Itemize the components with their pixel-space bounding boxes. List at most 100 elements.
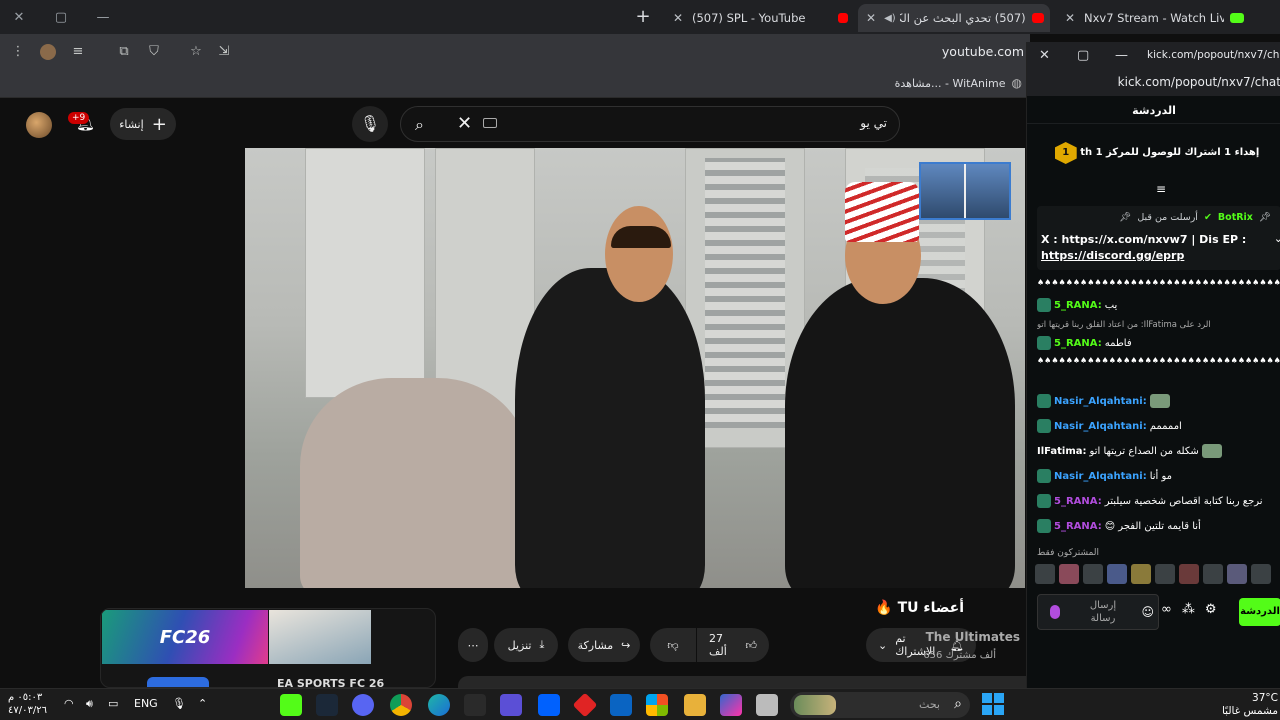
search-input[interactable]: بحث <box>919 698 940 711</box>
folder-icon[interactable] <box>684 694 706 716</box>
reply-preview[interactable]: الرد على IlFatima: من اعتاد القلق ربنا ق… <box>1037 320 1280 330</box>
chrome-icon[interactable] <box>390 694 412 716</box>
chevron-up-icon[interactable]: ⌃ <box>198 697 207 710</box>
emoji-icon[interactable]: ☺ <box>1141 605 1154 619</box>
chat-username[interactable]: Nasir_Alqahtani: <box>1054 396 1147 407</box>
maximize-icon[interactable]: ▢ <box>1077 48 1089 63</box>
menu-dots-icon[interactable]: ⋮ <box>10 44 26 60</box>
mic-icon[interactable] <box>1050 605 1060 619</box>
clock[interactable]: ٠٥:٠٣ م ٤٧/٠٣/٢٦ <box>8 691 54 717</box>
chat-input[interactable]: إرسال رسالة ☺ <box>1037 594 1159 630</box>
chat-username[interactable]: 5_RANA: <box>1054 300 1102 311</box>
audio-icon: ◀) <box>884 12 896 24</box>
url-text[interactable]: youtube.com <box>942 44 1024 59</box>
close-icon[interactable]: ✕ <box>1039 48 1050 63</box>
app-icon[interactable] <box>500 694 522 716</box>
language-indicator[interactable]: ENG <box>134 697 158 710</box>
close-icon[interactable]: ✕ <box>1062 11 1078 25</box>
popout-url-bar: kick.com/popout/nxv7/chat <box>1027 70 1280 96</box>
minimize-icon[interactable]: — <box>96 10 110 25</box>
kick-app-icon[interactable] <box>280 694 302 716</box>
store-icon[interactable] <box>646 694 668 716</box>
extensions-icon[interactable]: ⧉ <box>116 44 132 60</box>
close-icon[interactable]: ✕ <box>864 11 878 25</box>
search-icon[interactable]: ⌕ <box>415 115 424 135</box>
channel-name[interactable]: The Ultimates <box>926 630 1020 644</box>
bookmark-witanime[interactable]: مشاهدة... - WitAnime ◍ <box>895 76 1022 90</box>
share-button[interactable]: مشاركة ↪ <box>568 628 640 662</box>
edge-icon[interactable] <box>428 694 450 716</box>
shield-icon[interactable]: ⛉ <box>146 44 162 60</box>
chatter-avatar[interactable] <box>1179 564 1199 584</box>
create-button[interactable]: إنشاء + <box>110 108 176 140</box>
chatter-avatar[interactable] <box>1203 564 1223 584</box>
app-icon[interactable] <box>756 694 778 716</box>
chevron-down-icon[interactable]: ⌄ <box>1274 232 1280 245</box>
dropbox-icon[interactable] <box>538 694 560 716</box>
like-button[interactable]: 27 ألف 👍︎ <box>697 628 769 662</box>
close-icon[interactable]: ✕ <box>670 11 686 25</box>
chatter-avatar[interactable] <box>1107 564 1127 584</box>
app-icon[interactable] <box>572 692 598 718</box>
pin-icon[interactable]: 📌︎ <box>1259 212 1271 223</box>
weather-widget[interactable]: 37°C مشمس غالبًا <box>1218 692 1278 718</box>
close-icon[interactable]: ✕ <box>12 10 26 25</box>
search-box[interactable]: ⌕ ✕ تي يو <box>400 106 900 142</box>
wifi-icon[interactable]: ◠ <box>64 697 74 710</box>
bookmark-label: مشاهدة... - WitAnime <box>894 76 1006 90</box>
dislike-button[interactable]: 👎︎ <box>650 628 696 662</box>
gear-icon[interactable]: ⚙ <box>1205 602 1217 617</box>
minimize-icon[interactable]: — <box>1115 48 1128 63</box>
start-button[interactable] <box>982 693 1004 715</box>
tab-kick-stream[interactable]: ✕ Nxv7 Stream - Watch Live on Ki <box>1056 4 1252 32</box>
tab-treasure-youtube[interactable]: ✕ ◀) (507) تحدي البحث عن الكنز ب <box>858 4 1050 32</box>
star-icon[interactable]: ☆ <box>188 44 204 60</box>
pinned-line[interactable]: X : https://x.com/nxvw7 | Dis EP : <box>1041 232 1251 248</box>
chat-username[interactable]: 5_RANA: <box>1054 521 1102 532</box>
infinity-icon[interactable]: ∞ <box>1161 602 1172 617</box>
pinned-link[interactable]: https://discord.gg/eprp <box>1041 248 1251 264</box>
copilot-icon[interactable] <box>720 694 742 716</box>
chat-username[interactable]: 5_RANA: <box>1054 338 1102 349</box>
mic-icon[interactable]: 🎙︎ <box>352 106 388 142</box>
chat-username[interactable]: IlFatima: <box>1037 446 1087 457</box>
epic-games-icon[interactable] <box>464 694 486 716</box>
keyboard-icon[interactable] <box>483 118 497 128</box>
chatter-avatar[interactable] <box>1227 564 1247 584</box>
maximize-icon[interactable]: ▢ <box>54 10 68 25</box>
profile-icon[interactable] <box>40 44 56 60</box>
chatter-avatar[interactable] <box>1059 564 1079 584</box>
tab-spl-youtube[interactable]: ✕ (507) SPL - YouTube <box>664 4 854 32</box>
chatter-avatar[interactable] <box>1251 564 1271 584</box>
ad-cta-button[interactable] <box>147 677 209 687</box>
outlook-icon[interactable] <box>610 694 632 716</box>
menu-icon[interactable]: ≡ <box>1153 182 1169 196</box>
pinned-user[interactable]: BotRix <box>1218 212 1253 223</box>
video-player[interactable] <box>245 148 1025 588</box>
volume-icon[interactable]: 🔊︎ <box>86 697 93 711</box>
chat-username[interactable]: Nasir_Alqahtani: <box>1054 421 1147 432</box>
chat-username[interactable]: Nasir_Alqahtani: <box>1054 471 1147 482</box>
install-icon[interactable]: ⇲ <box>216 44 232 60</box>
ad-card[interactable]: FC26 EA SPORTS FC 26 <box>100 608 436 688</box>
playlist-icon[interactable]: ≡ <box>70 44 86 60</box>
url-text[interactable]: kick.com/popout/nxv7/chat <box>1118 75 1280 89</box>
clear-search-icon[interactable]: ✕ <box>457 113 472 134</box>
chat-send-button[interactable]: الدردشة <box>1239 598 1280 626</box>
battery-icon[interactable]: ▭ <box>108 697 118 710</box>
chat-username[interactable]: 5_RANA: <box>1054 496 1102 507</box>
taskbar-search[interactable]: بحث ⌕ <box>790 692 970 718</box>
users-icon[interactable]: ⁂ <box>1182 602 1195 617</box>
more-button[interactable]: ⋯ <box>458 628 488 662</box>
chatter-avatar[interactable] <box>1155 564 1175 584</box>
chatter-avatar[interactable] <box>1131 564 1151 584</box>
search-input[interactable]: تي يو <box>860 116 887 130</box>
new-tab-button[interactable]: + <box>632 6 654 28</box>
mic-icon[interactable]: 🎙︎ <box>172 697 186 710</box>
chatter-avatar[interactable] <box>1083 564 1103 584</box>
download-button[interactable]: تنزيل ⤓ <box>494 628 558 662</box>
chatter-avatar[interactable] <box>1035 564 1055 584</box>
steam-icon[interactable] <box>316 694 338 716</box>
discord-icon[interactable] <box>352 694 374 716</box>
avatar[interactable] <box>26 112 52 138</box>
